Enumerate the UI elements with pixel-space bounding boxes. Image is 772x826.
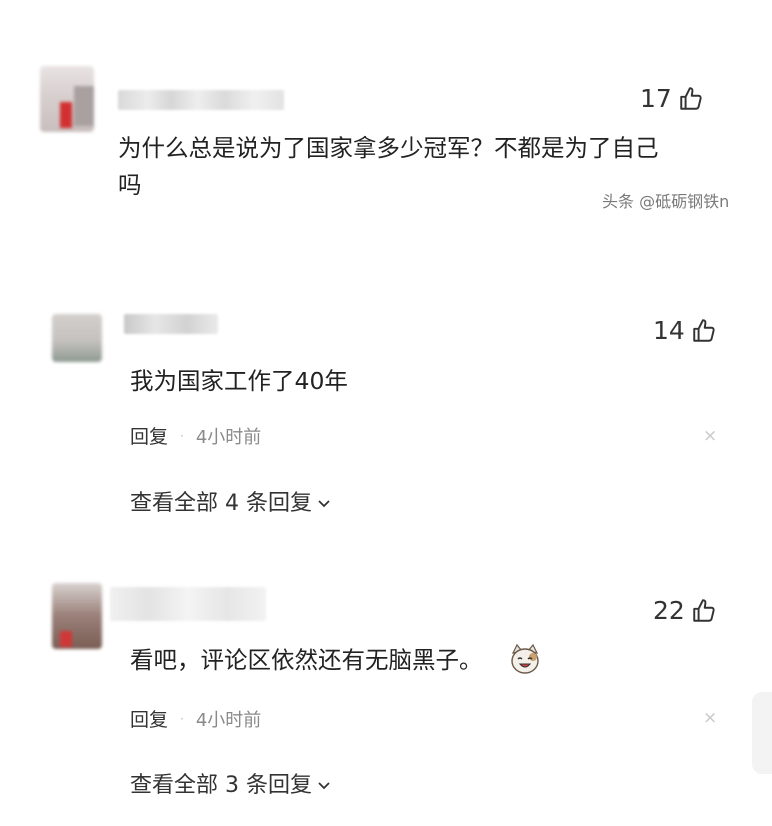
thumbs-up-icon	[693, 598, 715, 622]
avatar[interactable]	[40, 66, 94, 132]
comment-text-line: 吗	[118, 171, 142, 199]
like-button[interactable]: 17	[640, 84, 704, 113]
close-icon[interactable]: ×	[703, 708, 717, 728]
scrollbar[interactable]	[752, 692, 772, 774]
username[interactable]	[110, 587, 266, 621]
comment-item: 22 看吧，评论区依然还有无脑黑子。 回复 · 4小时前 × 查看全部 3 条回…	[0, 575, 772, 815]
view-all-replies-button[interactable]: 查看全部 3 条回复	[130, 767, 332, 799]
like-button[interactable]: 14	[653, 316, 717, 345]
comment-item: 17 为什么总是说为了国家拿多少冠军？不都是为了自己 吗 头条 @砥砺钢铁n	[0, 0, 772, 260]
comment-meta: 回复 · 4小时前	[130, 705, 261, 732]
avatar[interactable]	[52, 583, 102, 649]
comment-meta: 回复 · 4小时前	[130, 422, 261, 449]
comment-item: 14 我为国家工作了40年 回复 · 4小时前 × 查看全部 4 条回复	[0, 300, 772, 540]
reply-button[interactable]: 回复	[130, 705, 168, 732]
view-all-replies-label: 查看全部 3 条回复	[130, 773, 312, 798]
comment-text-line: 为什么总是说为了国家拿多少冠军？不都是为了自己	[118, 134, 659, 162]
chevron-down-icon	[318, 499, 330, 507]
watermark: 头条 @砥砺钢铁n	[602, 192, 730, 211]
like-count: 22	[653, 596, 685, 625]
comment-text: 我为国家工作了40年	[130, 367, 348, 395]
view-all-replies-label: 查看全部 4 条回复	[130, 491, 312, 516]
chevron-down-icon	[318, 781, 330, 789]
view-all-replies-button[interactable]: 查看全部 4 条回复	[130, 485, 332, 517]
reply-button[interactable]: 回复	[130, 422, 168, 449]
timestamp: 4小时前	[195, 426, 262, 448]
timestamp: 4小时前	[195, 709, 262, 731]
separator: ·	[180, 711, 184, 726]
close-icon[interactable]: ×	[703, 426, 717, 446]
username[interactable]	[124, 314, 218, 334]
like-count: 17	[640, 84, 672, 113]
separator: ·	[180, 428, 184, 443]
like-count: 14	[653, 316, 685, 345]
comment-text: 看吧，评论区依然还有无脑黑子。	[130, 646, 483, 674]
avatar[interactable]	[52, 314, 102, 362]
smiling-cat-emoji-icon	[511, 643, 539, 674]
thumbs-up-icon	[693, 318, 715, 342]
like-button[interactable]: 22	[653, 596, 717, 625]
username[interactable]	[118, 90, 284, 110]
thumbs-up-icon	[680, 86, 702, 110]
